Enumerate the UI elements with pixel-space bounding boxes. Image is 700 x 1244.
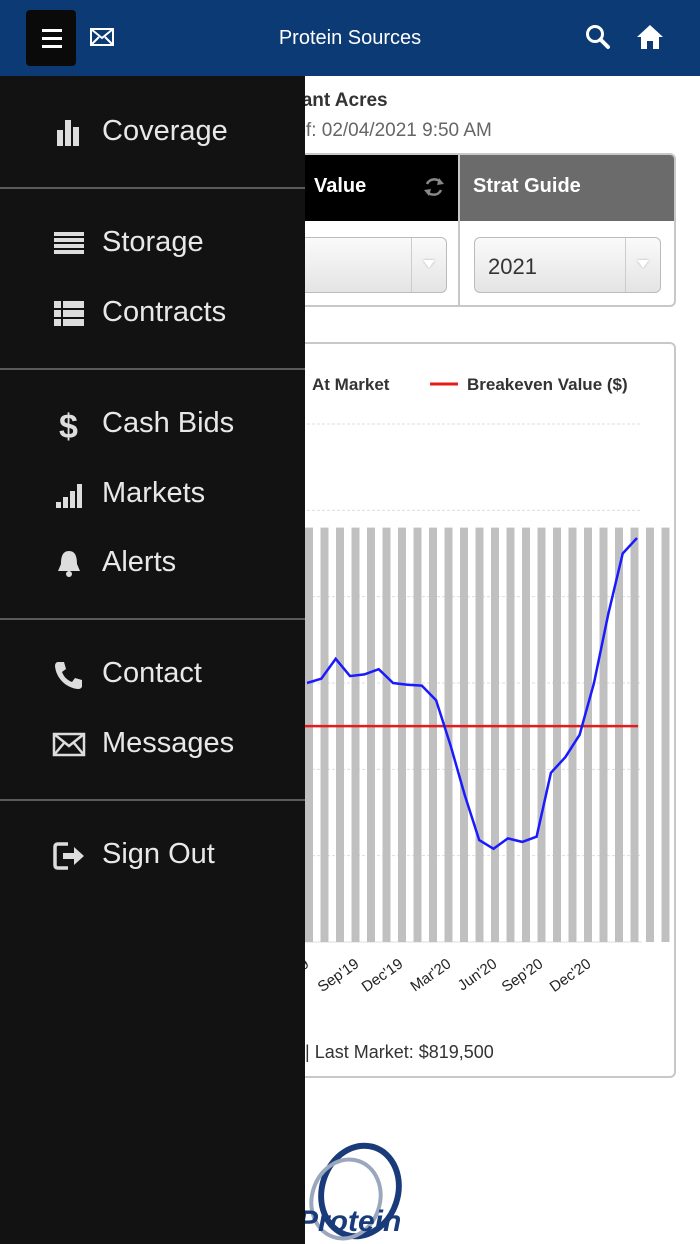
- menu-item-coverage[interactable]: Coverage: [0, 103, 305, 163]
- menu-item-label: Cash Bids: [102, 407, 235, 439]
- menu-item-sign-out[interactable]: Sign Out: [0, 826, 305, 886]
- menu-item-label: Contracts: [102, 296, 227, 328]
- chevron-down-icon: [625, 238, 660, 292]
- protein-sources-logo: Protein: [298, 1142, 402, 1241]
- bar: [506, 527, 515, 942]
- x-tick-label: Dec'19: [359, 955, 407, 995]
- bar: [382, 527, 391, 942]
- top-bar: Protein Sources: [0, 0, 700, 76]
- bar: [429, 527, 437, 942]
- refresh-icon[interactable]: [422, 175, 446, 199]
- bar-chart-icon: [57, 120, 79, 146]
- bar: [491, 527, 499, 942]
- bar: [522, 527, 530, 942]
- navigation-drawer: Coverage Storage Contracts $ Cash Bids M…: [0, 76, 305, 1244]
- bar: [553, 527, 561, 942]
- signal-bars-icon: [56, 484, 82, 508]
- bar: [646, 527, 654, 942]
- menu-item-label: Markets: [102, 477, 206, 509]
- legend-breakeven: Breakeven Value ($): [467, 375, 628, 394]
- menu-item-markets[interactable]: Markets: [0, 465, 305, 525]
- bar: [661, 527, 670, 942]
- hamburger-line: [42, 45, 62, 48]
- dollar-icon: $: [59, 409, 78, 441]
- bar: [475, 527, 484, 942]
- bar: [305, 527, 313, 942]
- bar: [336, 527, 344, 942]
- hamburger-line: [42, 37, 62, 40]
- legend-at-market: At Market: [312, 375, 390, 394]
- x-tick-label: Jun'20: [455, 955, 501, 994]
- bar: [537, 527, 546, 942]
- hamburger-icon: [42, 29, 62, 32]
- home-icon[interactable]: [636, 24, 664, 50]
- app-title: Protein Sources: [278, 27, 422, 49]
- strat-guide-dropdown-value: 2021: [488, 254, 537, 279]
- bar: [599, 527, 608, 942]
- selector-panel: Value Strat Guide 2021: [260, 153, 676, 307]
- menu-item-label: Coverage: [102, 115, 228, 147]
- bar: [351, 527, 360, 942]
- x-tick-label: Sep'19: [315, 955, 363, 995]
- strat-guide-dropdown[interactable]: 2021: [474, 237, 661, 293]
- value-header-label: Value: [314, 175, 367, 197]
- menu-item-alerts[interactable]: Alerts: [0, 534, 305, 594]
- menu-item-contact[interactable]: Contact: [0, 645, 305, 705]
- menu-item-contracts[interactable]: Contracts: [0, 284, 305, 344]
- envelope-icon[interactable]: [90, 28, 114, 46]
- bar: [460, 527, 468, 942]
- x-tick-label: Sep'20: [499, 955, 547, 995]
- bar: [568, 527, 577, 942]
- x-tick-label: Mar'20: [407, 955, 454, 995]
- sign-out-icon: [53, 842, 84, 870]
- menu-divider: [0, 187, 305, 189]
- logo-text: Protein: [298, 1205, 401, 1238]
- envelope-icon: [52, 732, 86, 757]
- menu-item-label: Messages: [102, 727, 235, 759]
- bar: [444, 527, 453, 942]
- strat-guide-label: Strat Guide: [473, 175, 581, 197]
- coverage-chart: At MarketBreakeven Value ($)19Sep'19Dec'…: [262, 375, 670, 996]
- strat-guide-header: Strat Guide: [460, 155, 674, 221]
- menu-item-label: Sign Out: [102, 838, 215, 870]
- svg-text:$: $: [59, 409, 78, 441]
- menu-item-messages[interactable]: Messages: [0, 715, 305, 775]
- menu-item-label: Contact: [102, 657, 202, 689]
- bar: [413, 527, 422, 942]
- bar: [584, 527, 592, 942]
- bar: [615, 527, 623, 942]
- menu-divider: [0, 368, 305, 370]
- menu-divider: [0, 618, 305, 620]
- menu-item-storage[interactable]: Storage: [0, 214, 305, 274]
- bar: [320, 527, 329, 942]
- menu-item-cash-bids[interactable]: $ Cash Bids: [0, 395, 305, 455]
- bar: [630, 527, 639, 942]
- menu-divider: [0, 799, 305, 801]
- menu-item-label: Storage: [102, 226, 204, 258]
- menu-button[interactable]: [26, 10, 76, 66]
- menu-item-label: Alerts: [102, 546, 177, 578]
- chart-card: At MarketBreakeven Value ($)19Sep'19Dec'…: [260, 342, 676, 1078]
- bell-icon: [58, 551, 80, 577]
- chevron-down-icon: [411, 238, 446, 292]
- bar: [398, 527, 406, 942]
- phone-icon: [55, 662, 82, 689]
- list-icon: [54, 301, 84, 326]
- x-tick-label: Dec'20: [547, 955, 595, 995]
- storage-icon: [54, 232, 84, 254]
- bar: [367, 527, 375, 942]
- search-icon[interactable]: [585, 24, 611, 50]
